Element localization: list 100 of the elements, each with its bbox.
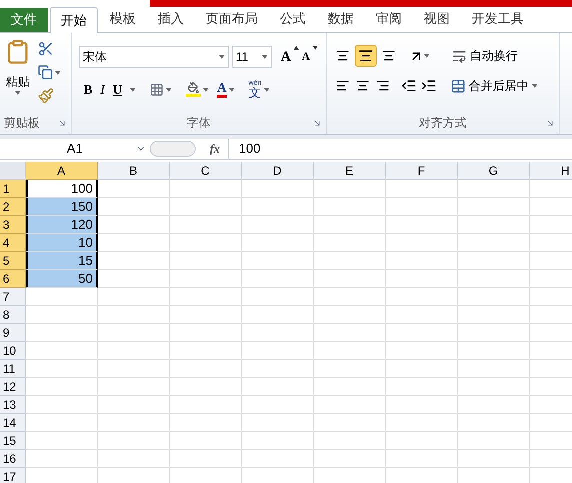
row-header[interactable]: 8	[0, 306, 26, 324]
format-painter-icon[interactable]	[38, 88, 54, 104]
empty-cell	[458, 324, 530, 342]
empty-cell	[242, 414, 314, 432]
ribbon-tab[interactable]: 开始	[50, 7, 98, 33]
column-header[interactable]: E	[314, 162, 386, 180]
row-header[interactable]: 9	[0, 324, 26, 342]
row-header[interactable]: 16	[0, 450, 26, 468]
row-header[interactable]: 14	[0, 414, 26, 432]
increase-indent-icon[interactable]	[421, 78, 437, 94]
empty-cell	[242, 450, 314, 468]
empty-cell	[170, 270, 242, 288]
row-header[interactable]: 11	[0, 360, 26, 378]
empty-cell	[170, 432, 242, 450]
underline-button[interactable]: U	[113, 80, 122, 100]
empty-cell	[386, 396, 458, 414]
group-label: 对齐方式	[419, 115, 467, 132]
empty-cell	[170, 324, 242, 342]
empty-cell	[170, 396, 242, 414]
italic-button[interactable]: I	[100, 80, 106, 100]
column-header[interactable]: B	[98, 162, 170, 180]
ribbon-tab[interactable]: 页面布局	[196, 6, 268, 32]
empty-cell	[314, 234, 386, 252]
row-header[interactable]: 2	[0, 198, 26, 216]
paste-button[interactable]: 粘贴	[4, 39, 32, 112]
empty-cell	[98, 432, 170, 450]
row-header[interactable]: 17	[0, 468, 26, 483]
empty-cell	[314, 216, 386, 234]
file-tab[interactable]: 文件	[0, 8, 48, 32]
font-name-field[interactable]: 宋体	[79, 46, 229, 68]
middle-align-icon	[358, 48, 374, 64]
empty-cell	[314, 432, 386, 450]
dialog-launcher-icon[interactable]	[58, 118, 67, 128]
fill-color-icon[interactable]	[186, 82, 202, 98]
font-size-field[interactable]: 11	[232, 46, 272, 68]
empty-cell	[98, 306, 170, 324]
fx-label[interactable]: fx	[210, 140, 220, 158]
empty-cell	[98, 342, 170, 360]
grow-font-button[interactable]: A	[281, 46, 292, 68]
dialog-launcher-icon[interactable]	[546, 118, 555, 128]
row-header[interactable]: 7	[0, 288, 26, 306]
empty-cell	[314, 360, 386, 378]
empty-cell	[314, 324, 386, 342]
column-header[interactable]: H	[530, 162, 572, 180]
name-box[interactable]: A1	[0, 139, 150, 159]
ribbon-tab[interactable]: 公式	[270, 6, 316, 32]
ribbon-tab[interactable]: 开发工具	[462, 6, 534, 32]
ribbon-tab[interactable]: 视图	[414, 6, 460, 32]
bold-button[interactable]: B	[84, 80, 93, 100]
wrap-text-button[interactable]: 自动换行	[452, 47, 518, 65]
ribbon-tab[interactable]: 审阅	[366, 6, 412, 32]
empty-cell	[170, 306, 242, 324]
row-header[interactable]: 3	[0, 216, 26, 234]
border-icon[interactable]	[150, 82, 164, 97]
copy-icon[interactable]	[38, 65, 53, 80]
empty-cell	[98, 414, 170, 432]
row-header[interactable]: 15	[0, 432, 26, 450]
empty-cell	[386, 414, 458, 432]
row-header[interactable]: 10	[0, 342, 26, 360]
caret-icon	[15, 91, 21, 95]
dialog-launcher-icon[interactable]	[313, 118, 322, 128]
row-header[interactable]: 6	[0, 270, 26, 288]
empty-cell	[98, 396, 170, 414]
merge-center-button[interactable]: 合并后居中	[451, 77, 538, 95]
shrink-font-button[interactable]: A	[302, 48, 310, 66]
row-header[interactable]: 5	[0, 252, 26, 270]
row-header[interactable]: 12	[0, 378, 26, 396]
ribbon-tab[interactable]: 插入	[148, 6, 194, 32]
column-header[interactable]: F	[386, 162, 458, 180]
font-color-button[interactable]: A	[217, 81, 227, 98]
empty-cell	[314, 270, 386, 288]
empty-cell	[458, 270, 530, 288]
caret-icon	[55, 70, 61, 74]
scissors-icon[interactable]	[38, 41, 54, 57]
row-header[interactable]: 13	[0, 396, 26, 414]
empty-cell	[314, 414, 386, 432]
column-header[interactable]: A	[26, 162, 98, 180]
row-header[interactable]: 4	[0, 234, 26, 252]
empty-cell	[386, 234, 458, 252]
caret-icon	[130, 88, 136, 92]
column-header[interactable]: D	[242, 162, 314, 180]
column-header[interactable]: C	[170, 162, 242, 180]
ribbon-tab[interactable]: 数据	[318, 6, 364, 32]
empty-cell	[242, 378, 314, 396]
empty-cell	[98, 360, 170, 378]
empty-cell	[458, 414, 530, 432]
empty-cell	[458, 216, 530, 234]
ribbon-tab[interactable]: 模板	[100, 6, 146, 32]
row-header[interactable]: 1	[0, 180, 26, 198]
column-header[interactable]: G	[458, 162, 530, 180]
middle-align-button[interactable]	[355, 45, 377, 67]
caret-icon	[219, 55, 225, 59]
empty-cell	[314, 450, 386, 468]
wrap-text-icon	[452, 48, 467, 64]
empty-cell	[314, 252, 386, 270]
empty-cell	[170, 378, 242, 396]
formula-input-field[interactable]: 100	[229, 139, 572, 159]
slider-handle-icon[interactable]	[150, 141, 196, 157]
decrease-indent-icon[interactable]	[401, 78, 417, 94]
empty-cell	[386, 252, 458, 270]
